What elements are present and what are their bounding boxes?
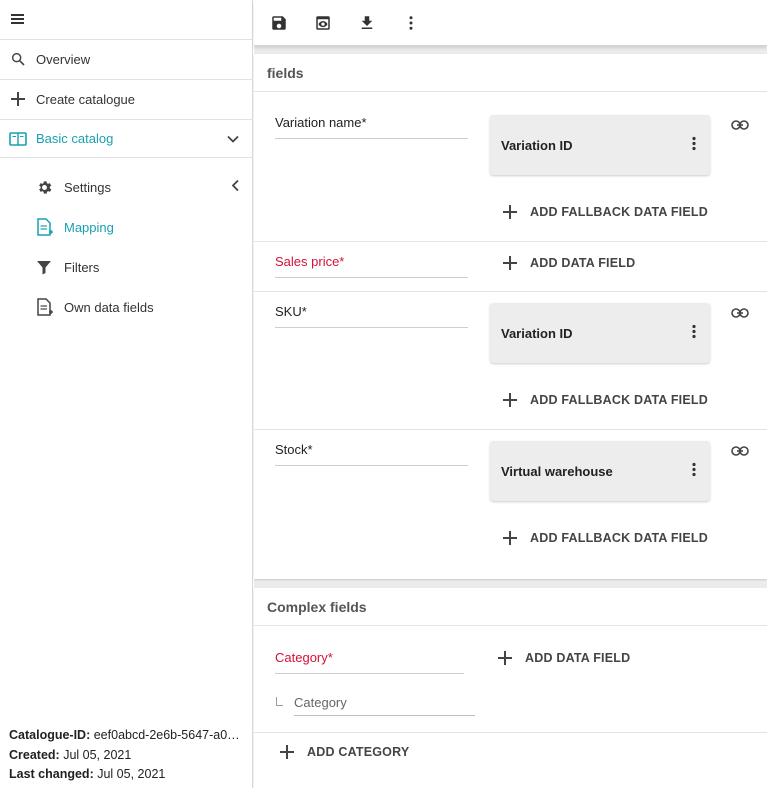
document-icon <box>36 218 64 236</box>
add-fallback-data-field-button[interactable]: ADD FALLBACK DATA FIELD <box>503 531 708 545</box>
field-label: Stock* <box>275 442 468 466</box>
add-fallback-data-field-button[interactable]: ADD FALLBACK DATA FIELD <box>503 393 708 407</box>
sidebar-item-basic-catalog[interactable]: Basic catalog <box>0 119 253 158</box>
chip-label: Virtual warehouse <box>501 463 613 479</box>
sidebar-item-own-data-fields[interactable]: Own data fields <box>36 287 253 327</box>
plus-icon <box>503 205 517 219</box>
sidebar-item-label: Create catalogue <box>36 91 136 107</box>
add-button-label: ADD DATA FIELD <box>525 651 631 665</box>
sidebar-item-overview[interactable]: Overview <box>0 39 253 78</box>
plus-icon <box>498 651 512 665</box>
add-data-field-button[interactable]: ADD DATA FIELD <box>503 256 635 270</box>
save-button[interactable] <box>267 11 291 35</box>
plus-icon <box>280 745 294 759</box>
category-label: Category* <box>275 650 464 674</box>
field-row-variation-name: Variation name* Variation ID ADD FALLBAC… <box>254 93 767 242</box>
sidebar-subitem-label: Settings <box>64 179 111 195</box>
catalogue-id-value: eef0abcd-2e6b-5647-a0… <box>93 728 240 742</box>
sidebar: Overview Create catalogue Basic catalog … <box>0 0 253 788</box>
add-fallback-data-field-button[interactable]: ADD FALLBACK DATA FIELD <box>503 205 708 219</box>
field-label: Sales price* <box>275 254 468 278</box>
category-sub-field[interactable]: Category <box>294 695 475 716</box>
add-button-label: ADD DATA FIELD <box>530 256 636 270</box>
created-label: Created: <box>9 747 60 762</box>
plus-icon <box>503 256 517 270</box>
plus-icon <box>503 531 517 545</box>
add-button-label: ADD FALLBACK DATA FIELD <box>530 393 708 407</box>
field-label: Variation name* <box>275 115 468 139</box>
preview-icon <box>316 16 330 30</box>
download-icon <box>361 16 373 29</box>
link-icon[interactable] <box>731 118 749 133</box>
add-button-label: ADD FALLBACK DATA FIELD <box>530 531 708 545</box>
catalogue-info: Catalogue-ID: eef0abcd-2e6b-5647-a0… Cre… <box>9 726 245 785</box>
hamburger-icon <box>10 14 24 24</box>
sidebar-item-filters[interactable]: Filters <box>36 247 253 287</box>
data-field-chip[interactable]: Variation ID <box>490 115 710 175</box>
last-changed-value: Jul 05, 2021 <box>97 767 166 781</box>
field-row-sku: SKU* Variation ID ADD FALLBACK DATA FIEL… <box>254 292 767 430</box>
field-row-stock: Stock* Virtual warehouse ADD FALLBACK DA… <box>254 430 767 568</box>
more-vert-icon[interactable] <box>692 324 696 342</box>
field-label: SKU* <box>275 304 468 328</box>
more-vert-icon <box>409 16 413 30</box>
sidebar-item-settings[interactable]: Settings <box>36 167 253 207</box>
preview-button[interactable] <box>311 11 335 35</box>
add-category-button[interactable]: ADD CATEGORY <box>280 745 409 759</box>
sidebar-item-create-catalogue[interactable]: Create catalogue <box>0 79 253 118</box>
gear-icon <box>36 179 64 196</box>
sidebar-item-label: Overview <box>36 51 91 67</box>
catalogue-id-label: Catalogue-ID: <box>9 728 91 742</box>
chip-label: Variation ID <box>501 137 573 153</box>
plus-icon <box>0 92 36 106</box>
add-data-field-button[interactable]: ADD DATA FIELD <box>498 651 630 665</box>
funnel-icon <box>36 259 64 275</box>
search-icon <box>0 51 36 67</box>
add-button-label: ADD FALLBACK DATA FIELD <box>530 205 708 219</box>
link-icon[interactable] <box>731 306 749 321</box>
last-changed-label: Last changed: <box>9 767 94 781</box>
main-content: fields Variation name* Variation ID ADD … <box>254 0 767 788</box>
link-icon[interactable] <box>731 444 749 459</box>
complex-fields-title: Complex fields <box>254 588 767 626</box>
more-vert-icon[interactable] <box>692 462 696 480</box>
chevron-left-icon[interactable] <box>231 179 239 195</box>
fields-title: fields <box>254 54 767 92</box>
field-row-sales-price: Sales price* ADD DATA FIELD <box>254 242 767 292</box>
document-add-icon <box>36 298 64 316</box>
data-field-chip[interactable]: Variation ID <box>490 303 710 363</box>
more-vert-icon[interactable] <box>692 136 696 154</box>
chip-label: Variation ID <box>501 325 573 341</box>
sidebar-subitem-label: Own data fields <box>64 299 154 315</box>
chevron-down-icon[interactable] <box>227 131 239 146</box>
toolbar <box>254 0 767 46</box>
tree-branch-icon <box>276 697 283 706</box>
plus-icon <box>503 393 517 407</box>
sidebar-subitem-label: Filters <box>64 259 100 275</box>
sidebar-item-label: Basic catalog <box>36 131 114 146</box>
more-options-button[interactable] <box>399 11 423 35</box>
menu-button[interactable] <box>6 8 28 30</box>
sidebar-item-mapping[interactable]: Mapping <box>36 207 253 247</box>
created-value: Jul 05, 2021 <box>63 747 132 762</box>
fields-card: fields Variation name* Variation ID ADD … <box>254 54 767 579</box>
divider <box>254 732 767 733</box>
data-field-chip[interactable]: Virtual warehouse <box>490 441 710 501</box>
book-icon <box>0 131 36 146</box>
download-button[interactable] <box>355 11 379 35</box>
sidebar-subitem-label: Mapping <box>64 219 114 235</box>
add-button-label: ADD CATEGORY <box>307 745 410 759</box>
save-icon <box>272 16 286 30</box>
